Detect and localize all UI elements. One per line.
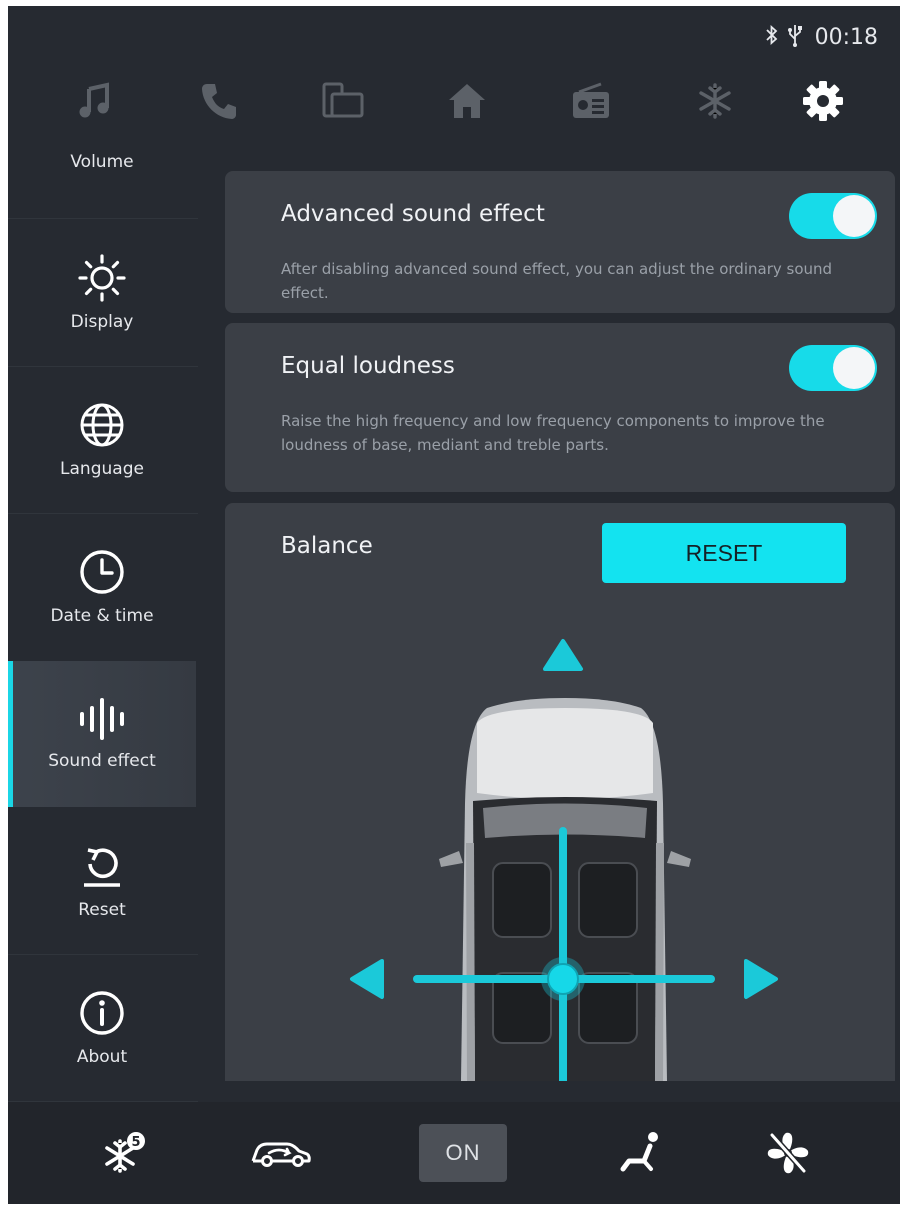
advanced-sound-toggle[interactable] (789, 193, 877, 239)
home-icon (449, 84, 485, 118)
info-icon (80, 991, 124, 1035)
sidebar-item-volume[interactable]: Volume (8, 106, 196, 218)
sidebar-divider (8, 218, 198, 219)
fan-button[interactable] (744, 1124, 832, 1182)
balance-left-arrow[interactable] (350, 959, 384, 999)
sidebar-item-reset[interactable]: Reset (8, 808, 196, 954)
seat-heat-button[interactable] (598, 1124, 686, 1182)
sun-icon (78, 254, 126, 302)
equal-loudness-title: Equal loudness (281, 353, 455, 379)
defrost-button[interactable]: 5 (82, 1124, 170, 1182)
equal-loudness-description: Raise the high frequency and low frequen… (281, 412, 825, 454)
defrost-badge: 5 (131, 1135, 140, 1150)
sidebar-item-label: Date & time (50, 606, 154, 626)
balance-panel: Balance RESET (225, 503, 895, 1081)
balance-right-arrow[interactable] (744, 959, 778, 999)
usb-icon (787, 23, 803, 51)
nav-settings[interactable] (788, 66, 858, 136)
sidebar-item-language[interactable]: Language (8, 367, 196, 513)
balance-knob[interactable] (547, 963, 579, 995)
snowflake-badge-icon: 5 (105, 1132, 145, 1173)
nav-radio[interactable] (556, 66, 626, 136)
car-air-icon (251, 1142, 311, 1167)
recirculation-button[interactable] (236, 1124, 324, 1182)
advanced-sound-description: After disabling advanced sound effect, y… (281, 260, 833, 302)
sidebar-item-label: Language (60, 459, 144, 479)
advanced-sound-panel: Advanced sound effect After disabling ad… (225, 171, 895, 313)
nav-screen-mirror[interactable] (308, 66, 378, 136)
sidebar-item-label: Volume (70, 152, 134, 172)
sidebar-item-label: Reset (78, 900, 126, 920)
fan-off-icon (767, 1132, 809, 1174)
advanced-sound-title: Advanced sound effect (281, 201, 545, 227)
equal-loudness-toggle[interactable] (789, 345, 877, 391)
status-bar: 00:18 (765, 22, 878, 52)
balance-front-arrow[interactable] (543, 639, 583, 671)
phone-icon (202, 84, 236, 119)
globe-icon (80, 403, 124, 447)
nav-climate[interactable] (680, 66, 750, 136)
snowflake-icon (699, 83, 731, 119)
clock-icon (80, 550, 124, 594)
sound-wave-icon (80, 698, 124, 740)
ac-on-button[interactable]: ON (419, 1124, 507, 1182)
seat-icon (620, 1132, 658, 1172)
sidebar-item-display[interactable]: Display (8, 220, 196, 366)
restore-icon (84, 848, 120, 887)
nav-home[interactable] (432, 66, 502, 136)
sidebar-item-label: About (76, 1047, 128, 1067)
equal-loudness-panel: Equal loudness Raise the high frequency … (225, 323, 895, 492)
sidebar-item-label: Display (70, 312, 134, 332)
sidebar-item-date-time[interactable]: Date & time (8, 514, 196, 660)
gear-icon (803, 81, 843, 121)
sidebar-item-sound-effect[interactable]: Sound effect (8, 661, 196, 807)
clock-time: 00:18 (814, 24, 878, 50)
sidebar-item-label: Sound effect (48, 751, 156, 771)
balance-control (350, 639, 778, 1081)
screen-mirror-icon (322, 82, 364, 118)
toggle-knob (833, 195, 875, 237)
sidebar-item-about[interactable]: About (8, 955, 196, 1101)
bluetooth-icon (765, 24, 779, 50)
app-screen: 00:18 Volume Display Language Date & tim… (8, 6, 900, 1204)
radio-icon (573, 82, 609, 118)
toggle-knob (833, 347, 875, 389)
climate-bar: 5 ON (8, 1102, 900, 1204)
